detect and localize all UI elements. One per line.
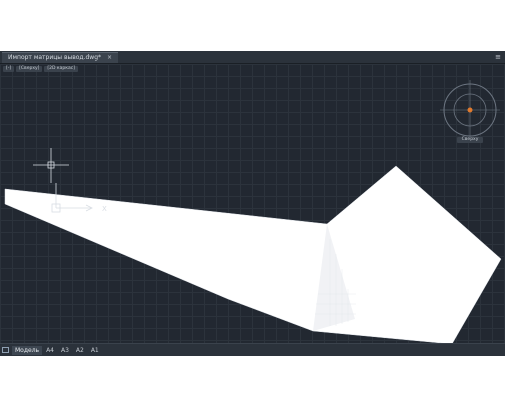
- crosshair-cursor-icon: [33, 148, 69, 183]
- layout-status-bar: Модель A4 A3 A2 A1: [0, 343, 505, 356]
- cad-application-window: Импорт матрицы вывод.dwg* × ≡ [-] [Сверху…: [0, 51, 505, 356]
- model-space-viewport[interactable]: [-] [Сверху] [2D каркас] X Сверху: [0, 64, 505, 343]
- tab-a3[interactable]: A3: [58, 346, 72, 355]
- layout-icon[interactable]: [2, 347, 9, 353]
- document-tab-title: Импорт матрицы вывод.dwg*: [8, 54, 102, 61]
- tab-a1[interactable]: A1: [88, 346, 102, 355]
- tab-a4[interactable]: A4: [43, 346, 57, 355]
- viewcube-compass-icon[interactable]: [440, 80, 500, 140]
- ucs-x-label: X: [102, 205, 107, 213]
- tab-model[interactable]: Модель: [12, 346, 43, 355]
- white-polygon-shape[interactable]: [4, 165, 502, 343]
- document-tab[interactable]: Импорт матрицы вывод.dwg* ×: [2, 52, 119, 63]
- document-tab-bar: Импорт матрицы вывод.dwg* × ≡: [0, 51, 505, 64]
- viewcube-label[interactable]: Сверху: [457, 137, 483, 143]
- tab-a2[interactable]: A2: [73, 346, 87, 355]
- menu-icon[interactable]: ≡: [495, 52, 501, 62]
- layout-tabs: Модель A4 A3 A2 A1: [12, 346, 102, 355]
- drawing-canvas[interactable]: X: [0, 64, 505, 343]
- close-icon[interactable]: ×: [107, 54, 112, 61]
